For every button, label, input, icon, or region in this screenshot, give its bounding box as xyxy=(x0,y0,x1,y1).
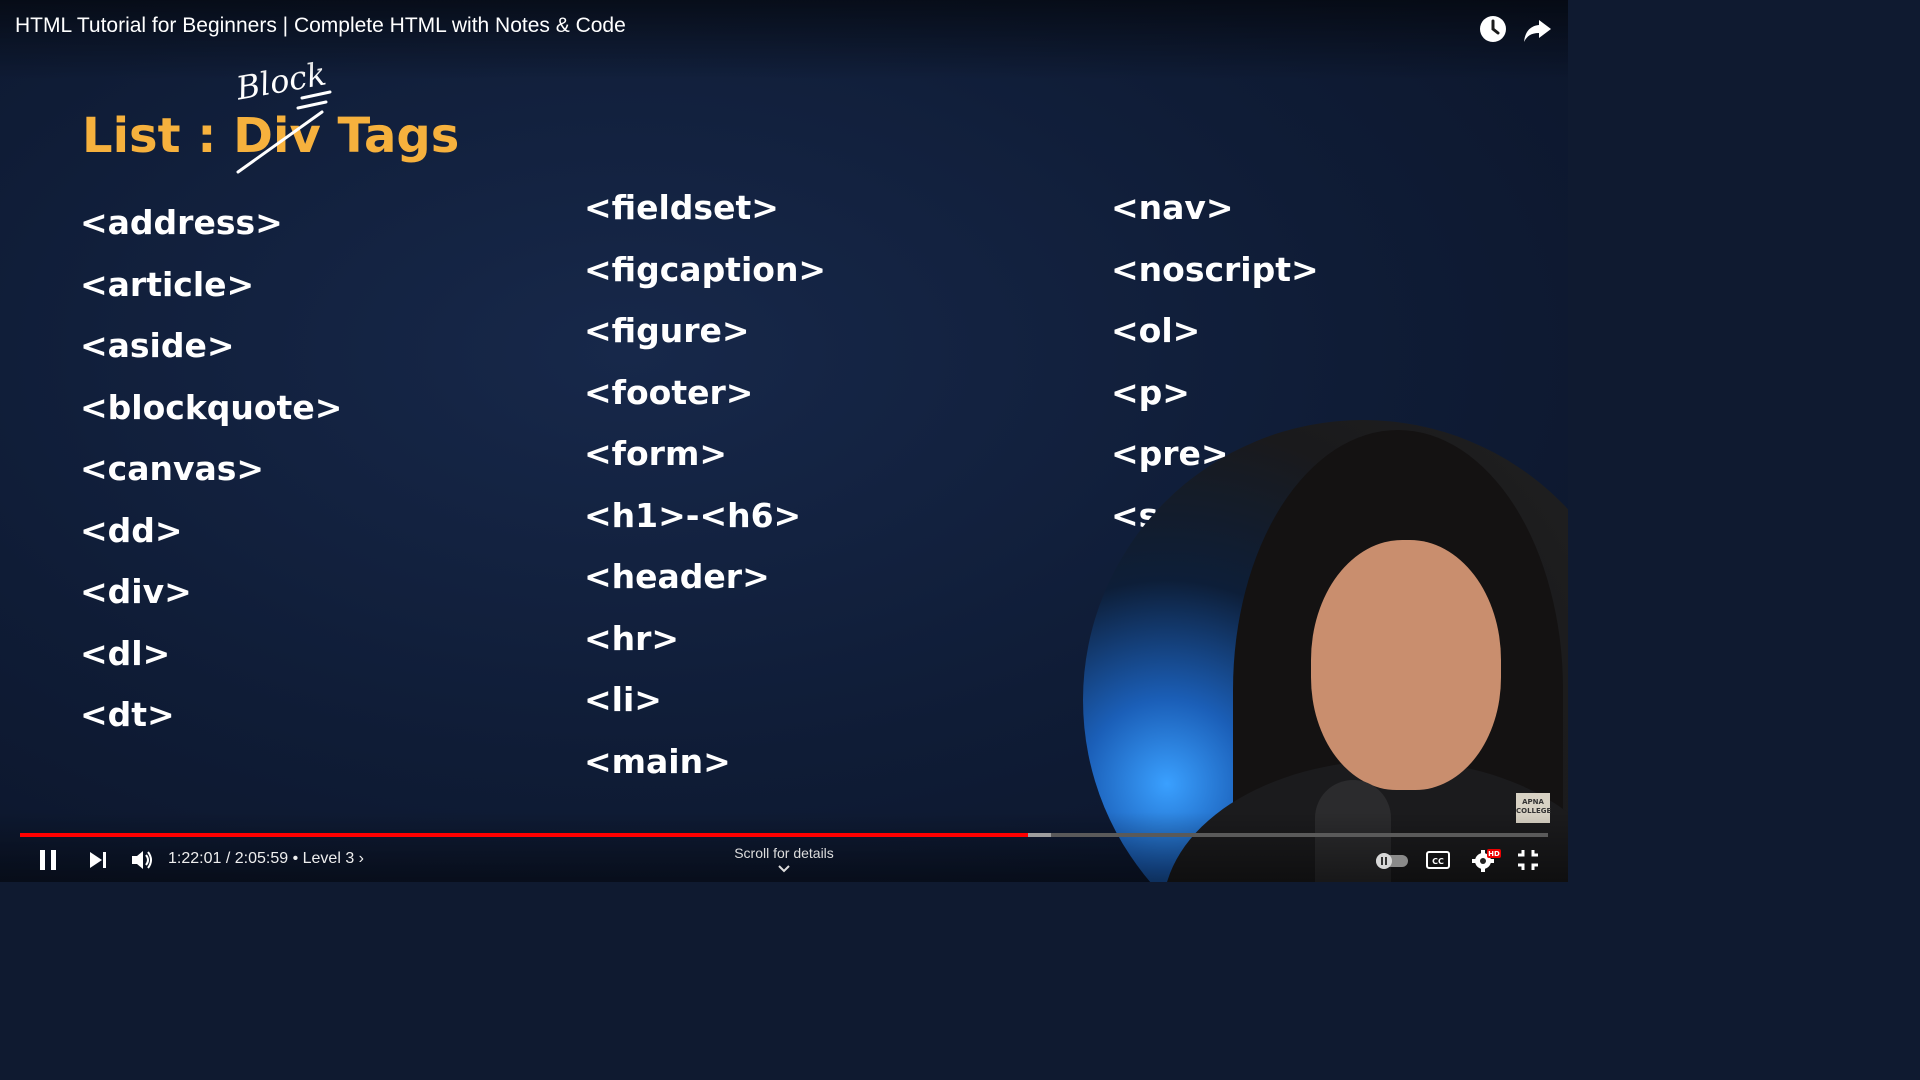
tag-item: <fieldset> xyxy=(584,188,779,227)
scroll-for-details[interactable]: Scroll for details xyxy=(700,845,868,877)
tag-item: <form> xyxy=(584,434,727,473)
tag-item: <nav> xyxy=(1111,188,1234,227)
progress-bar[interactable] xyxy=(20,833,1548,837)
tag-item: <h1>-<h6> xyxy=(584,496,802,535)
video-title[interactable]: HTML Tutorial for Beginners | Complete H… xyxy=(15,14,626,38)
tag-item: <header> xyxy=(584,557,770,596)
tag-item: <dl> xyxy=(80,634,171,673)
pause-icon[interactable] xyxy=(34,846,62,874)
tag-item: <figure> xyxy=(584,311,750,350)
tag-item: <noscript> xyxy=(1111,250,1319,289)
captions-icon[interactable]: CC xyxy=(1424,846,1452,874)
tag-item: <ol> xyxy=(1111,311,1201,350)
tag-item: <hr> xyxy=(584,619,680,658)
tag-item: <footer> xyxy=(584,373,754,412)
svg-text:CC: CC xyxy=(1432,857,1444,866)
time-separator: / xyxy=(221,850,235,867)
video-player[interactable]: List : Div Tags Block <address> <article… xyxy=(0,0,1568,882)
progress-played xyxy=(20,833,1029,837)
tag-item: <blockquote> xyxy=(80,388,343,427)
autoplay-toggle[interactable] xyxy=(1374,846,1410,874)
tag-item: <figcaption> xyxy=(584,250,827,289)
tag-item: <address> xyxy=(80,203,283,242)
time-display: 1:22:01 / 2:05:59 • Level 3 › xyxy=(168,850,364,868)
tag-item: <li> xyxy=(584,680,662,719)
current-time: 1:22:01 xyxy=(168,850,222,867)
tag-item: <article> xyxy=(80,265,255,304)
presenter-face xyxy=(1311,540,1501,790)
tag-item: <dd> xyxy=(80,511,183,550)
volume-icon[interactable] xyxy=(128,846,156,874)
watch-later-icon[interactable] xyxy=(1476,12,1510,46)
svg-text:HD: HD xyxy=(1488,850,1500,858)
next-icon[interactable] xyxy=(84,846,112,874)
chevron-down-icon xyxy=(778,865,790,873)
tag-item: <main> xyxy=(584,742,731,781)
tag-item: <div> xyxy=(80,572,192,611)
exit-fullscreen-icon[interactable] xyxy=(1514,846,1542,874)
slide-title-prefix: List : xyxy=(82,108,234,164)
tag-item: <dt> xyxy=(80,695,175,734)
chapter-link[interactable]: • Level 3 › xyxy=(288,850,364,867)
duration: 2:05:59 xyxy=(234,850,289,867)
tag-item: <canvas> xyxy=(80,449,265,488)
tag-item: <p> xyxy=(1111,373,1190,412)
tag-item: <aside> xyxy=(80,326,235,365)
settings-icon[interactable]: HD xyxy=(1470,846,1502,874)
share-icon[interactable] xyxy=(1520,12,1554,46)
top-bar xyxy=(0,0,1568,80)
scroll-hint-label: Scroll for details xyxy=(734,845,834,861)
